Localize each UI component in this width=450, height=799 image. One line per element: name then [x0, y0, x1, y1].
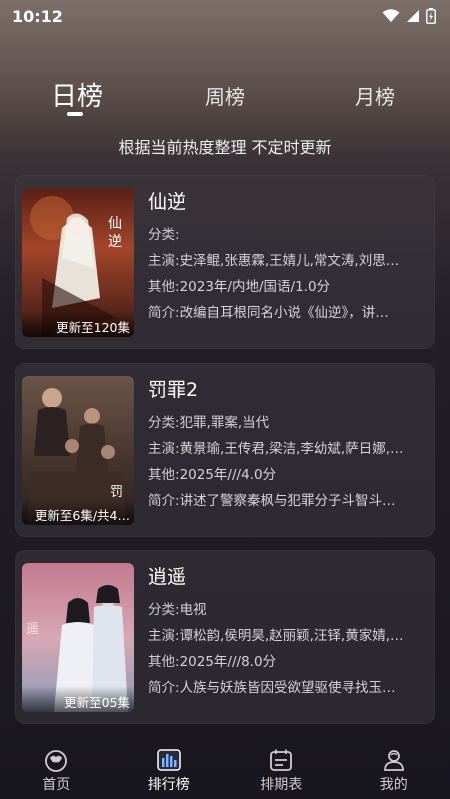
poster-image[interactable]: 遥 更新至05集 [22, 563, 134, 712]
update-badge: 更新至120集 [22, 311, 134, 337]
nav-ranking[interactable]: 排行榜 [113, 742, 225, 799]
other-row: 其他:2023年/内地/国语/1.0分 [148, 279, 331, 295]
ranking-card[interactable]: 罚 更新至6集/共4… 罚罪2 分类:犯罪,罪案,当代 主演:黄景瑜,王传君,梁… [15, 363, 435, 537]
signal-icon [407, 10, 419, 22]
nav-profile[interactable]: 我的 [338, 742, 450, 799]
card-title: 仙逆 [148, 191, 187, 213]
summary-row: 简介:人族与妖族皆因受欲望驱使寻找玉… [148, 680, 396, 696]
home-icon [45, 750, 68, 772]
calendar-icon [270, 749, 293, 771]
cast-row: 主演:史泽鲲,张惠霖,王婧儿,常文涛,刘思… [148, 253, 400, 269]
wifi-icon [382, 9, 400, 22]
category-row: 分类: [148, 227, 180, 243]
card-title: 罚罪2 [148, 379, 199, 401]
status-bar: 10:12 [0, 0, 450, 32]
poster-image[interactable]: 罚 更新至6集/共4… [22, 376, 134, 525]
card-info: 逍遥 分类:电视 主演:谭松韵,侯明昊,赵丽颖,汪铎,黄家婧,… 其他:2025… [148, 563, 430, 701]
update-badge: 更新至05集 [22, 686, 134, 712]
profile-icon [383, 750, 404, 771]
cast-row: 主演:谭松韵,侯明昊,赵丽颖,汪铎,黄家婧,… [148, 628, 404, 644]
poster-logo: 遥 [26, 622, 39, 637]
tab-indicator [67, 112, 83, 116]
nav-schedule[interactable]: 排期表 [225, 742, 337, 799]
update-badge: 更新至6集/共4… [22, 499, 134, 525]
ranking-card[interactable]: 遥 更新至05集 逍遥 分类:电视 主演:谭松韵,侯明昊,赵丽颖,汪铎,黄家婧,… [15, 550, 435, 724]
summary-row: 简介:讲述了警察秦枫与犯罪分子斗智斗… [148, 493, 396, 509]
poster-logo: 仙 [108, 216, 122, 232]
ranking-card[interactable]: 仙 逆 更新至120集 仙逆 分类: 主演:史泽鲲,张惠霖,王婧儿,常文涛,刘思… [15, 175, 435, 349]
ranking-tabs: 日榜 周榜 月榜 [0, 72, 450, 122]
ranking-icon [157, 749, 181, 771]
poster-logo: 罚 [110, 485, 123, 500]
other-row: 其他:2025年///8.0分 [148, 654, 277, 670]
status-time: 10:12 [12, 6, 63, 26]
card-title: 逍遥 [148, 566, 187, 588]
svg-text:逆: 逆 [108, 234, 122, 250]
ranking-subtitle: 根据当前热度整理 不定时更新 [118, 138, 332, 157]
tab-weekly[interactable]: 周榜 [205, 81, 245, 110]
category-row: 分类:犯罪,罪案,当代 [148, 415, 270, 431]
category-row: 分类:电视 [148, 602, 207, 618]
card-info: 仙逆 分类: 主演:史泽鲲,张惠霖,王婧儿,常文涛,刘思… 其他:2023年/内… [148, 188, 430, 326]
card-info: 罚罪2 分类:犯罪,罪案,当代 主演:黄景瑜,王传君,梁洁,李幼斌,萨日娜,… … [148, 376, 430, 514]
poster-image[interactable]: 仙 逆 更新至120集 [22, 188, 134, 337]
tab-daily[interactable]: 日榜 [51, 76, 103, 113]
status-icons [382, 8, 436, 24]
cast-row: 主演:黄景瑜,王传君,梁洁,李幼斌,萨日娜,… [148, 441, 404, 457]
tab-monthly[interactable]: 月榜 [355, 81, 395, 110]
nav-home[interactable]: 首页 [0, 742, 112, 799]
bottom-nav: 首页 排行榜 排期表 我的 [0, 742, 450, 799]
other-row: 其他:2025年///4.0分 [148, 467, 277, 483]
battery-icon [426, 8, 436, 24]
summary-row: 简介:改编自耳根同名小说《仙逆》，讲… [148, 305, 389, 321]
